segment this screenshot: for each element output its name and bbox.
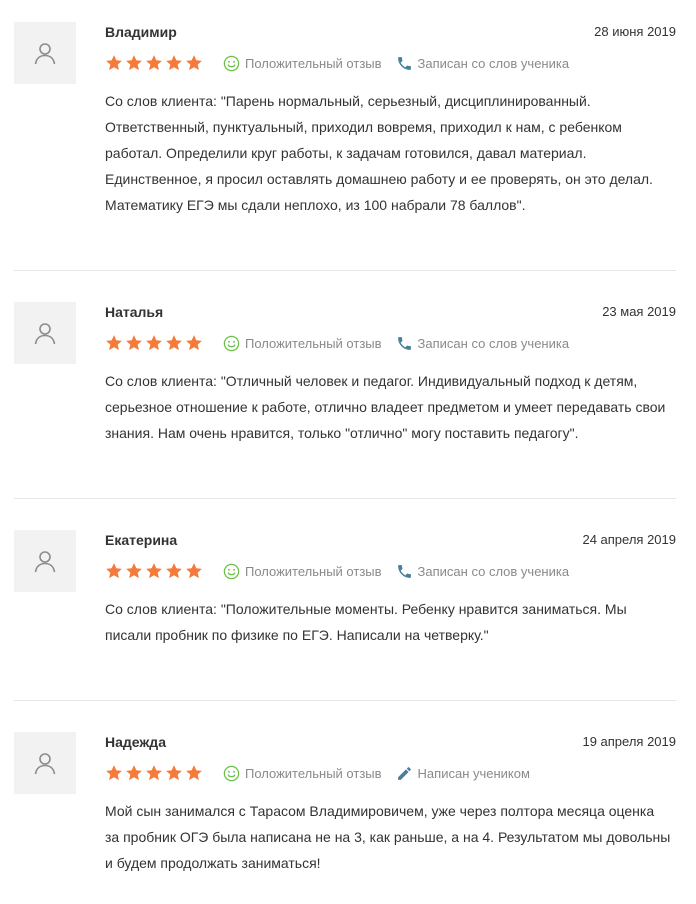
review-text-line: работал. Определили круг работы, к задач… [105, 145, 587, 161]
phone-icon [397, 336, 411, 350]
sentiment-badge: Положительный отзыв [223, 563, 382, 580]
star-icon [126, 563, 142, 579]
divider [14, 498, 676, 499]
reviewer-name: Наталья [105, 304, 164, 320]
source-label: Записан со слов ученика [417, 55, 570, 71]
star-icon [166, 765, 182, 781]
source-badge: Записан со слов ученика [396, 335, 570, 352]
rating-stars [105, 334, 203, 352]
review-date: 28 июня 2019 [594, 24, 676, 39]
review-text-line: серьезное отношение к работе, отлично вл… [105, 399, 666, 415]
source-label: Записан со слов ученика [417, 335, 570, 351]
review-text-line: Единственное, я просил оставлять домашне… [105, 171, 653, 187]
rating-stars [105, 764, 203, 782]
divider [14, 270, 676, 271]
star-icon [186, 563, 202, 579]
avatar [14, 22, 76, 84]
review-text-line: за пробник ОГЭ была написана не на 3, ка… [105, 829, 671, 845]
review-text: Со слов клиента: "Положительные моменты.… [105, 596, 676, 648]
sentiment-label: Положительный отзыв [245, 765, 382, 781]
star-icon [126, 335, 142, 351]
sentiment-label: Положительный отзыв [245, 335, 382, 351]
review-text-line: знания. Нам очень нравится, только "отли… [105, 425, 579, 441]
star-icon [146, 55, 162, 71]
review-text-line: Ответственный, пунктуальный, приходил во… [105, 119, 622, 135]
pencil-icon [397, 766, 411, 780]
source-badge: Записан со слов ученика [396, 563, 570, 580]
smile-icon [223, 765, 240, 781]
review-text: Мой сын занимался с Тарасом Владимирович… [105, 798, 676, 876]
star-icon [106, 765, 122, 781]
star-icon [126, 765, 142, 781]
user-icon [34, 323, 56, 345]
phone-icon [397, 564, 411, 578]
review-text-line: Мой сын занимался с Тарасом Владимирович… [105, 803, 655, 819]
smile-icon [223, 55, 240, 71]
review-text-line: писали пробник по физике по ЕГЭ. Написал… [105, 627, 489, 643]
avatar [14, 302, 76, 364]
sentiment-badge: Положительный отзыв [223, 335, 382, 352]
source-badge: Записан со слов ученика [396, 55, 570, 72]
phone-icon [397, 56, 411, 70]
review-text-line: Математику ЕГЭ мы сдали неплохо, из 100 … [105, 197, 526, 213]
star-icon [166, 55, 182, 71]
reviewer-name: Екатерина [105, 532, 178, 548]
smile-icon [223, 335, 240, 351]
star-icon [186, 335, 202, 351]
review-date: 24 апреля 2019 [582, 532, 676, 547]
source-label: Написан учеником [417, 765, 530, 781]
reviewer-name: Владимир [105, 24, 177, 40]
star-icon [106, 55, 122, 71]
review-text-line: и будем продолжать заниматься! [105, 855, 321, 871]
star-icon [146, 765, 162, 781]
sentiment-badge: Положительный отзыв [223, 55, 382, 72]
sentiment-label: Положительный отзыв [245, 55, 382, 71]
user-icon [34, 43, 56, 65]
divider [14, 700, 676, 701]
review-text-line: Со слов клиента: "Парень нормальный, сер… [105, 93, 591, 109]
review-text-line: Со слов клиента: "Положительные моменты.… [105, 601, 627, 617]
star-icon [166, 563, 182, 579]
review-date: 23 мая 2019 [602, 304, 676, 319]
star-icon [146, 563, 162, 579]
source-label: Записан со слов ученика [417, 563, 570, 579]
star-icon [186, 765, 202, 781]
review-text: Со слов клиента: "Парень нормальный, сер… [105, 88, 676, 218]
star-icon [106, 563, 122, 579]
review-text: Со слов клиента: "Отличный человек и пед… [105, 368, 676, 446]
avatar [14, 530, 76, 592]
reviewer-name: Надежда [105, 734, 166, 750]
star-icon [186, 55, 202, 71]
smile-icon [223, 563, 240, 579]
star-icon [106, 335, 122, 351]
star-icon [166, 335, 182, 351]
avatar [14, 732, 76, 794]
rating-stars [105, 562, 203, 580]
user-icon [34, 551, 56, 573]
review-date: 19 апреля 2019 [582, 734, 676, 749]
star-icon [146, 335, 162, 351]
review-text-line: Со слов клиента: "Отличный человек и пед… [105, 373, 638, 389]
sentiment-badge: Положительный отзыв [223, 765, 382, 782]
source-badge: Написан учеником [396, 765, 530, 782]
star-icon [126, 55, 142, 71]
sentiment-label: Положительный отзыв [245, 563, 382, 579]
rating-stars [105, 54, 203, 72]
user-icon [34, 753, 56, 775]
